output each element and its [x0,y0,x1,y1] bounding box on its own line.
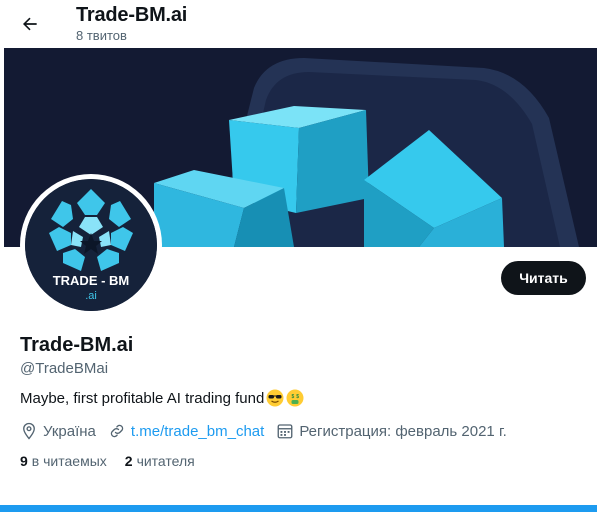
following-count: 9 [20,453,28,469]
header-title: Trade-BM.ai [76,4,188,26]
meta-joined: Регистрация: февраль 2021 г. [276,422,507,440]
svg-text:$: $ [292,394,295,400]
bottom-accent-bar [0,505,597,512]
calendar-icon [277,424,293,439]
avatar-text-brand: TRADE - BM [53,273,130,288]
avatar[interactable]: TRADE - BM .ai [25,179,157,311]
profile-name: Trade-BM.ai [20,334,134,356]
followers-label: читателя [136,453,195,469]
follow-button[interactable]: Читать [501,261,586,295]
location-text: Україна [43,422,96,440]
money-mouth-emoji-icon: $ $ [286,389,304,407]
profile-header: Trade-BM.ai 8 твитов [0,0,597,48]
followers-stat[interactable]: 2 читателя [125,453,195,469]
back-arrow-icon [23,17,37,31]
meta-location: Україна [20,422,96,440]
profile-link[interactable]: t.me/trade_bm_chat [131,423,264,440]
meta-link: t.me/trade_bm_chat [108,422,264,440]
bio-text: Maybe, first profitable AI trading fund [20,389,265,407]
sunglasses-emoji-icon [266,389,284,407]
avatar-logo-image: TRADE - BM .ai [25,179,157,311]
joined-text: Регистрация: февраль 2021 г. [299,422,507,440]
location-pin-icon [23,422,35,440]
back-button[interactable] [14,8,46,40]
following-stat[interactable]: 9в читаемых [20,453,107,469]
avatar-text-suffix: .ai [85,290,97,302]
link-icon [110,424,124,438]
followers-count: 2 [124,453,133,469]
profile-handle: @TradeBMai [20,360,109,377]
profile-stats: 9в читаемых 2 читателя [20,453,213,469]
tweet-count: 8 твитов [76,28,127,43]
svg-text:$: $ [297,394,300,400]
following-label: в читаемых [31,453,107,469]
profile-meta: Україна t.me/trade_bm_chat Регистрация: … [20,421,519,441]
profile-bio: Maybe, first profitable AI trading fund … [20,389,304,407]
